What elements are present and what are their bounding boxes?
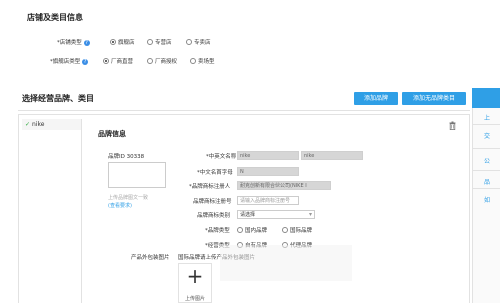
- side-item[interactable]: 交: [484, 131, 490, 140]
- brand-section-title: 选择经营品牌、类目: [22, 94, 94, 103]
- reg-cat-select-value: 请选择: [240, 212, 256, 218]
- flagship-type-option-label: 厂商直营: [111, 59, 134, 65]
- divider: [18, 110, 470, 111]
- brand-list-item-label: nike: [32, 121, 45, 128]
- radio-icon[interactable]: [147, 58, 153, 64]
- owner-label: *品牌商标注册人: [189, 184, 231, 190]
- flagship-type-option-label: 厂商授权: [155, 59, 178, 65]
- logo-requirement-link[interactable]: (查看要求): [108, 202, 132, 209]
- help-icon[interactable]: ?: [83, 39, 90, 46]
- radio-icon[interactable]: [103, 58, 109, 64]
- side-item[interactable]: 品: [484, 177, 490, 186]
- radio-icon[interactable]: [186, 39, 192, 45]
- add-brand-button[interactable]: 添加品牌: [354, 92, 398, 105]
- radio-icon[interactable]: [282, 227, 288, 233]
- radio-icon[interactable]: [110, 39, 116, 45]
- reg-cat-select[interactable]: 请选择 ▾: [237, 210, 315, 219]
- chevron-down-icon: ▾: [308, 211, 312, 218]
- store-type-option-specialty[interactable]: 专营店: [147, 38, 172, 46]
- store-type-label-text: *店铺类型: [57, 40, 82, 46]
- flagship-type-option-label: 卖场型: [198, 59, 215, 65]
- divider: [473, 124, 500, 125]
- reg-cat-label: 品牌商标类别: [197, 213, 231, 219]
- initial-label: *中文名首字母: [197, 170, 233, 176]
- divider: [473, 170, 500, 171]
- brand-info-title: 品牌信息: [98, 130, 126, 138]
- store-type-option-label: 旗舰店: [118, 40, 135, 46]
- flagship-type-label-text: *旗舰店类型: [50, 59, 81, 65]
- reg-no-input[interactable]: 请输入品牌商标注册号: [237, 196, 299, 205]
- brand-logo-upload[interactable]: [108, 162, 166, 188]
- owner-field[interactable]: 耐克创新有限合伙公司(NIKE I: [237, 181, 331, 190]
- overlay-panel: [220, 245, 352, 281]
- radio-icon[interactable]: [237, 227, 243, 233]
- brand-type-option-domestic[interactable]: 国内品牌: [237, 226, 267, 234]
- help-icon[interactable]: ?: [82, 58, 89, 65]
- logo-hint: 上传品牌图文一致: [108, 195, 149, 201]
- side-item[interactable]: 如: [484, 195, 490, 204]
- store-type-option-exclusive[interactable]: 专卖店: [186, 38, 211, 46]
- divider: [473, 188, 500, 189]
- radio-icon[interactable]: [147, 39, 153, 45]
- brand-type-option-label: 国际品牌: [290, 228, 313, 234]
- flagship-type-option-authorized[interactable]: 厂商授权: [147, 57, 177, 65]
- cn-name-field[interactable]: nike: [237, 151, 299, 160]
- upload-label: 上传图片: [184, 296, 205, 302]
- cn-name-label: *中英文名称: [206, 154, 237, 160]
- divider: [473, 148, 500, 149]
- initial-field[interactable]: N: [237, 167, 299, 176]
- flagship-type-label: *旗舰店类型 ?: [50, 57, 89, 65]
- side-item[interactable]: 上: [484, 113, 490, 122]
- brand-list: ✓ nike: [22, 119, 82, 303]
- add-no-brand-category-button[interactable]: 添加无品牌类目: [402, 92, 466, 105]
- store-type-label: *店铺类型 ?: [57, 38, 90, 46]
- brand-type-option-label: 国内品牌: [245, 228, 268, 234]
- brand-id-label: 品牌ID 30338: [108, 154, 145, 160]
- side-item[interactable]: 公: [484, 156, 490, 165]
- brand-type-label: *品牌类型: [205, 228, 230, 234]
- store-type-option-flagship[interactable]: 旗舰店: [110, 38, 135, 46]
- brand-type-option-international[interactable]: 国际品牌: [282, 226, 312, 234]
- store-type-option-label: 专卖店: [194, 40, 211, 46]
- check-icon: ✓: [25, 121, 31, 128]
- trash-icon[interactable]: [449, 121, 456, 131]
- reg-no-label: 品牌商标注册号: [193, 199, 232, 205]
- plus-icon: +: [186, 264, 204, 288]
- flagship-type-option-direct[interactable]: 厂商直营: [103, 57, 133, 65]
- brand-list-item[interactable]: ✓ nike: [22, 119, 81, 130]
- package-label: 产品外包装图片: [131, 255, 170, 261]
- en-name-field[interactable]: nike: [301, 151, 363, 160]
- radio-icon[interactable]: [190, 58, 196, 64]
- side-panel-header[interactable]: [472, 88, 500, 108]
- flagship-type-option-mall[interactable]: 卖场型: [190, 57, 215, 65]
- store-type-option-label: 专营店: [155, 40, 172, 46]
- package-upload-box[interactable]: + 上传图片: [178, 263, 212, 303]
- store-section-title: 店铺及类目信息: [27, 13, 83, 22]
